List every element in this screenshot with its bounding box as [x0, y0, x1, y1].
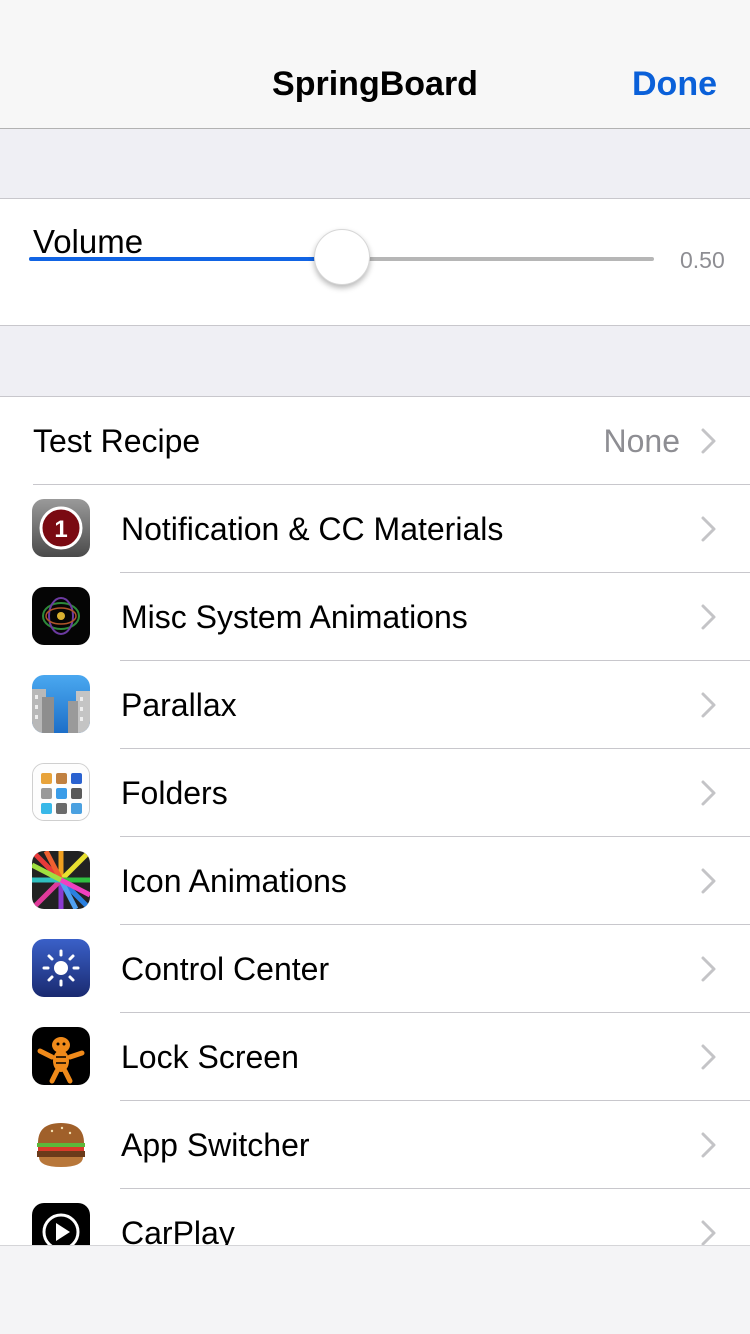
list-item[interactable]: Folders: [0, 749, 750, 837]
chevron-right-icon: [701, 604, 716, 630]
list-item-label: Misc System Animations: [121, 599, 468, 635]
volume-slider-thumb[interactable]: [313, 229, 370, 285]
chevron-right-icon: [701, 692, 716, 718]
done-button[interactable]: Done: [632, 64, 717, 104]
list-item-label: App Switcher: [121, 1127, 310, 1163]
list-item-label: Icon Animations: [121, 863, 347, 899]
navigation-bar: SpringBoard Done: [0, 0, 750, 129]
test-recipe-row[interactable]: Test Recipe None: [0, 397, 750, 485]
color-burst-icon: [32, 851, 90, 909]
volume-section: [0, 198, 750, 326]
list-item-label: Lock Screen: [121, 1039, 299, 1075]
list-item[interactable]: Icon Animations: [0, 837, 750, 925]
volume-label: Volume: [33, 223, 144, 260]
chevron-right-icon: [701, 1220, 716, 1246]
volume-slider-fill: [29, 257, 342, 261]
chevron-right-icon: [701, 956, 716, 982]
volume-value: 0.50: [680, 247, 725, 273]
tigger-icon: [32, 1027, 90, 1085]
chevron-right-icon: [701, 868, 716, 894]
list-item-label: Parallax: [121, 687, 237, 723]
notification-badge-icon: 1: [32, 499, 90, 557]
settings-list: Test Recipe None 1 Notification & CC Mat…: [0, 396, 750, 1256]
list-item[interactable]: Lock Screen: [0, 1013, 750, 1101]
chevron-right-icon: [701, 428, 716, 454]
list-item[interactable]: Control Center: [0, 925, 750, 1013]
chevron-right-icon: [701, 1044, 716, 1070]
folders-icon: [32, 763, 90, 821]
misc-animations-icon: [32, 587, 90, 645]
list-item[interactable]: Misc System Animations: [0, 573, 750, 661]
brightness-sun-icon: [32, 939, 90, 997]
chevron-right-icon: [701, 1132, 716, 1158]
bottom-toolbar: [0, 1245, 750, 1334]
svg-text:1: 1: [54, 516, 67, 543]
list-item-label: Folders: [121, 775, 228, 811]
list-item[interactable]: App Switcher: [0, 1101, 750, 1189]
list-item[interactable]: 1 Notification & CC Materials: [0, 485, 750, 573]
chevron-right-icon: [701, 780, 716, 806]
parallax-buildings-icon: [32, 675, 90, 733]
list-item-label: Control Center: [121, 951, 330, 987]
chevron-right-icon: [701, 516, 716, 542]
list-item[interactable]: Parallax: [0, 661, 750, 749]
hamburger-icon: [32, 1115, 90, 1173]
test-recipe-value: None: [603, 423, 681, 459]
test-recipe-label: Test Recipe: [33, 423, 201, 459]
list-item-label: Notification & CC Materials: [121, 511, 504, 547]
